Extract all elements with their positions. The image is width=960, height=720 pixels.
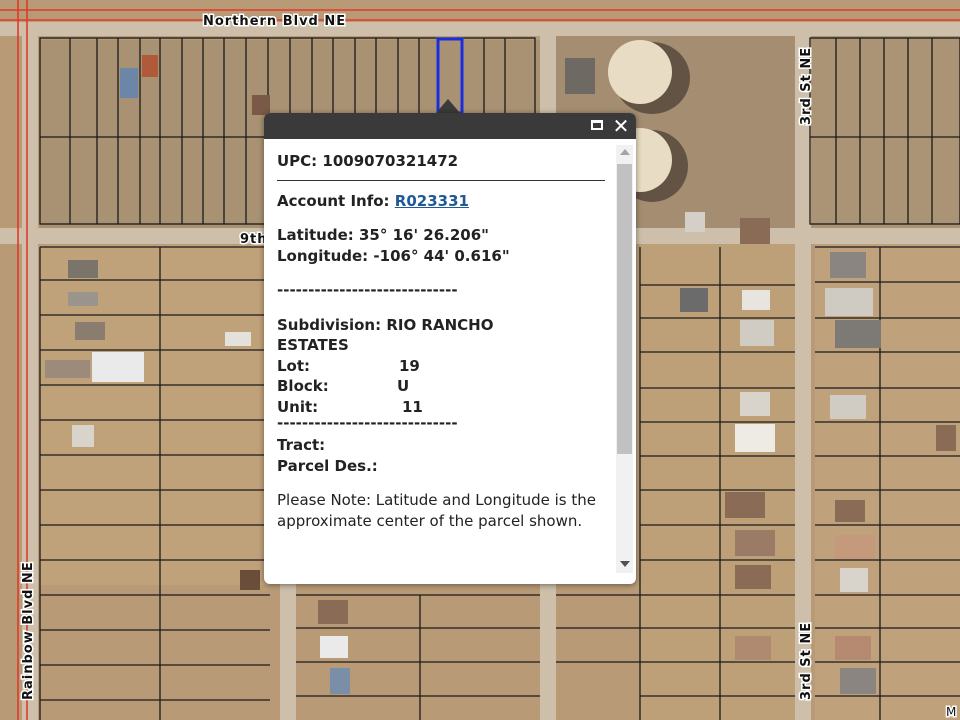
block-row: Block: U — [277, 376, 616, 397]
scroll-down-icon[interactable] — [620, 561, 630, 567]
road-label-rainbow: Rainbow Blvd NE — [21, 561, 36, 700]
parcel-info-popup: ✕ UPC: 1009070321472 Account Info: R0233… — [264, 113, 636, 584]
block-value: U — [397, 377, 410, 395]
maximize-icon[interactable] — [588, 116, 608, 136]
lot-label: Lot: — [277, 356, 311, 375]
subdivision-row: Subdivision: RIO RANCHO ESTATES — [277, 315, 527, 356]
terrain-patch — [810, 35, 960, 235]
road-label-3rd-st-bottom: 3rd St NE — [799, 622, 814, 700]
dashed-divider: ----------------------------- — [277, 414, 458, 432]
scroll-up-icon[interactable] — [620, 149, 630, 155]
longitude-row: Longitude: -106° 44' 0.616" — [277, 246, 616, 267]
divider-line — [277, 179, 605, 181]
unit-value: 11 — [402, 397, 423, 416]
coordinates-note: Please Note: Latitude and Longitude is t… — [277, 491, 597, 530]
tract-label: Tract: — [277, 436, 326, 454]
account-row: Account Info: R023331 — [277, 191, 616, 212]
block-label: Block: — [277, 377, 329, 395]
longitude-value: -106° 44' 0.616" — [373, 246, 510, 265]
map-attribution: M — [946, 705, 957, 719]
account-link[interactable]: R023331 — [395, 192, 469, 210]
latitude-value: 35° 16' 26.206" — [359, 226, 489, 244]
road-label-northern: Northern Blvd NE — [203, 14, 346, 29]
longitude-label: Longitude: — [277, 246, 369, 265]
popup-pointer — [436, 99, 460, 113]
upc-value: 1009070321472 — [322, 152, 459, 170]
popup-content: UPC: 1009070321472 Account Info: R023331… — [264, 139, 616, 575]
latitude-label: Latitude: — [277, 226, 354, 244]
upc-label: UPC: — [277, 152, 318, 170]
popup-scrollbar[interactable] — [616, 145, 633, 573]
lot-value: 19 — [399, 356, 420, 375]
dashed-divider: ----------------------------- — [277, 281, 458, 299]
parcel-des-label: Parcel Des.: — [277, 456, 378, 475]
road-label-3rd-st-top: 3rd St NE — [799, 47, 814, 125]
popup-header: ✕ — [264, 113, 636, 139]
upc-row: UPC: 1009070321472 — [277, 151, 616, 172]
subdivision-label: Subdivision: — [277, 315, 382, 334]
scroll-thumb[interactable] — [617, 164, 632, 454]
account-label: Account Info: — [277, 191, 390, 210]
lot-row: Lot: 19 — [277, 356, 616, 377]
latitude-row: Latitude: 35° 16' 26.206" — [277, 225, 616, 246]
close-icon[interactable]: ✕ — [611, 116, 631, 136]
